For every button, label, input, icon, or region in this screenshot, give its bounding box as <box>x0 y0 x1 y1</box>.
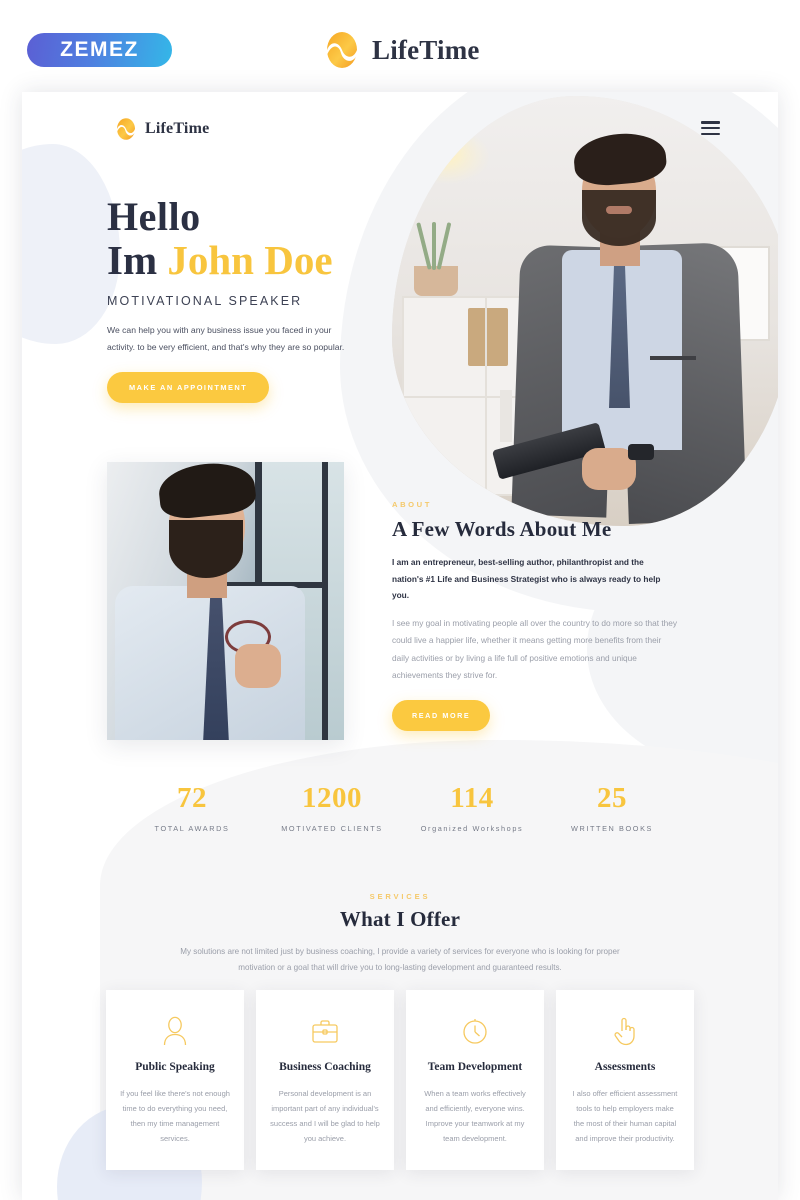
stat-label: Organized Workshops <box>420 824 524 833</box>
window-mullion <box>322 462 328 740</box>
marketplace-topbar: ZEMEZ LifeTime <box>0 0 800 90</box>
hero-intro-prefix: Im <box>107 237 158 283</box>
service-title: Assessments <box>594 1061 656 1073</box>
about-kicker: ABOUT <box>392 500 432 509</box>
service-title: Public Speaking <box>135 1061 215 1073</box>
stat-value: 114 <box>450 782 494 814</box>
site-navigation: LifeTime <box>22 92 778 170</box>
service-card[interactable]: Team Development When a team works effec… <box>406 990 544 1170</box>
about-title: A Few Words About Me <box>392 517 612 541</box>
page-root: ZEMEZ LifeTime LifeTime Hello Im John Do… <box>0 0 800 1200</box>
briefcase-icon <box>311 1014 339 1048</box>
stat-item: 114 Organized Workshops <box>402 782 542 836</box>
burger-bar-1 <box>701 121 720 124</box>
stat-value: 25 <box>597 782 627 814</box>
pointing-hand-icon <box>612 1014 638 1048</box>
person-avatar-icon <box>162 1014 188 1048</box>
plant-leaf <box>432 222 436 270</box>
stat-item: 72 TOTAL AWARDS <box>122 782 262 836</box>
stat-label: WRITTEN BOOKS <box>570 824 653 833</box>
about-beard <box>169 520 243 578</box>
stat-label: TOTAL AWARDS <box>154 824 230 833</box>
service-card[interactable]: Business Coaching Personal development i… <box>256 990 394 1170</box>
hero-name-line: Im John Doe <box>107 237 397 283</box>
about-photo <box>107 462 344 740</box>
services-kicker: SERVICES <box>369 892 431 901</box>
make-appointment-button[interactable]: MAKE AN APPOINTMENT <box>107 372 270 404</box>
about-hand <box>235 644 281 688</box>
service-card[interactable]: Assessments I also offer efficient asses… <box>556 990 694 1170</box>
services-description: My solutions are not limited just by bus… <box>180 947 620 973</box>
stats-counters: 72 TOTAL AWARDS 1200 MOTIVATED CLIENTS 1… <box>122 782 682 836</box>
lifetime-swirl-icon <box>117 118 135 140</box>
hero-description: We can help you with any business issue … <box>107 325 345 353</box>
lifetime-swirl-icon <box>327 32 357 68</box>
service-text: If you feel like there's not enough time… <box>120 1088 230 1143</box>
jacket-pocket <box>650 356 696 360</box>
hero-text-block: Hello Im John Doe MOTIVATIONAL SPEAKER W… <box>107 194 397 404</box>
stat-item: 25 WRITTEN BOOKS <box>542 782 682 836</box>
about-lead: I am an entrepreneur, best-selling autho… <box>392 557 661 601</box>
hamburger-menu-icon[interactable] <box>701 121 720 135</box>
wristwatch <box>628 444 654 460</box>
service-text: When a team works effectively and effici… <box>424 1088 526 1143</box>
plant-leaf <box>416 222 432 270</box>
burger-bar-3 <box>701 132 720 135</box>
service-title: Team Development <box>427 1061 523 1073</box>
hero-name: John Doe <box>167 237 333 283</box>
plant-pot <box>414 266 458 296</box>
service-text: Personal development is an important par… <box>270 1088 380 1143</box>
hero-greeting: Hello <box>107 194 201 239</box>
services-title: What I Offer <box>339 907 461 931</box>
read-more-button[interactable]: READ MORE <box>392 700 491 732</box>
stat-value: 72 <box>177 782 207 814</box>
stat-value: 1200 <box>302 782 362 814</box>
hero-person <box>491 118 760 526</box>
mouth <box>606 206 632 214</box>
clock-icon <box>461 1014 489 1048</box>
beard <box>582 190 656 246</box>
left-decorative-blob <box>22 144 120 344</box>
burger-bar-2 <box>701 126 720 130</box>
lifetime-brand-name: LifeTime <box>372 34 480 65</box>
stat-label: MOTIVATED CLIENTS <box>281 824 383 833</box>
service-title: Business Coaching <box>279 1061 371 1073</box>
zemez-logo-text: ZEMEZ <box>60 38 139 61</box>
zemez-vendor-logo[interactable]: ZEMEZ <box>27 33 172 67</box>
service-card[interactable]: Public Speaking If you feel like there's… <box>106 990 244 1170</box>
stat-item: 1200 MOTIVATED CLIENTS <box>262 782 402 836</box>
service-cards: Public Speaking If you feel like there's… <box>106 990 696 1170</box>
hero-role: MOTIVATIONAL SPEAKER <box>107 294 303 309</box>
nav-logo[interactable]: LifeTime <box>114 117 209 141</box>
about-text-block: ABOUT A Few Words About Me I am an entre… <box>392 500 678 732</box>
about-body: I see my goal in motivating people all o… <box>392 617 678 681</box>
services-header: SERVICES What I Offer My solutions are n… <box>22 892 778 976</box>
service-text: I also offer efficient assessment tools … <box>572 1088 678 1143</box>
lifetime-brand-header[interactable]: LifeTime <box>322 30 480 70</box>
nav-brand-name: LifeTime <box>145 120 210 137</box>
website-preview-frame: LifeTime Hello Im John Doe MOTIVATIONAL … <box>22 92 778 1200</box>
plant-leaf <box>436 222 452 270</box>
